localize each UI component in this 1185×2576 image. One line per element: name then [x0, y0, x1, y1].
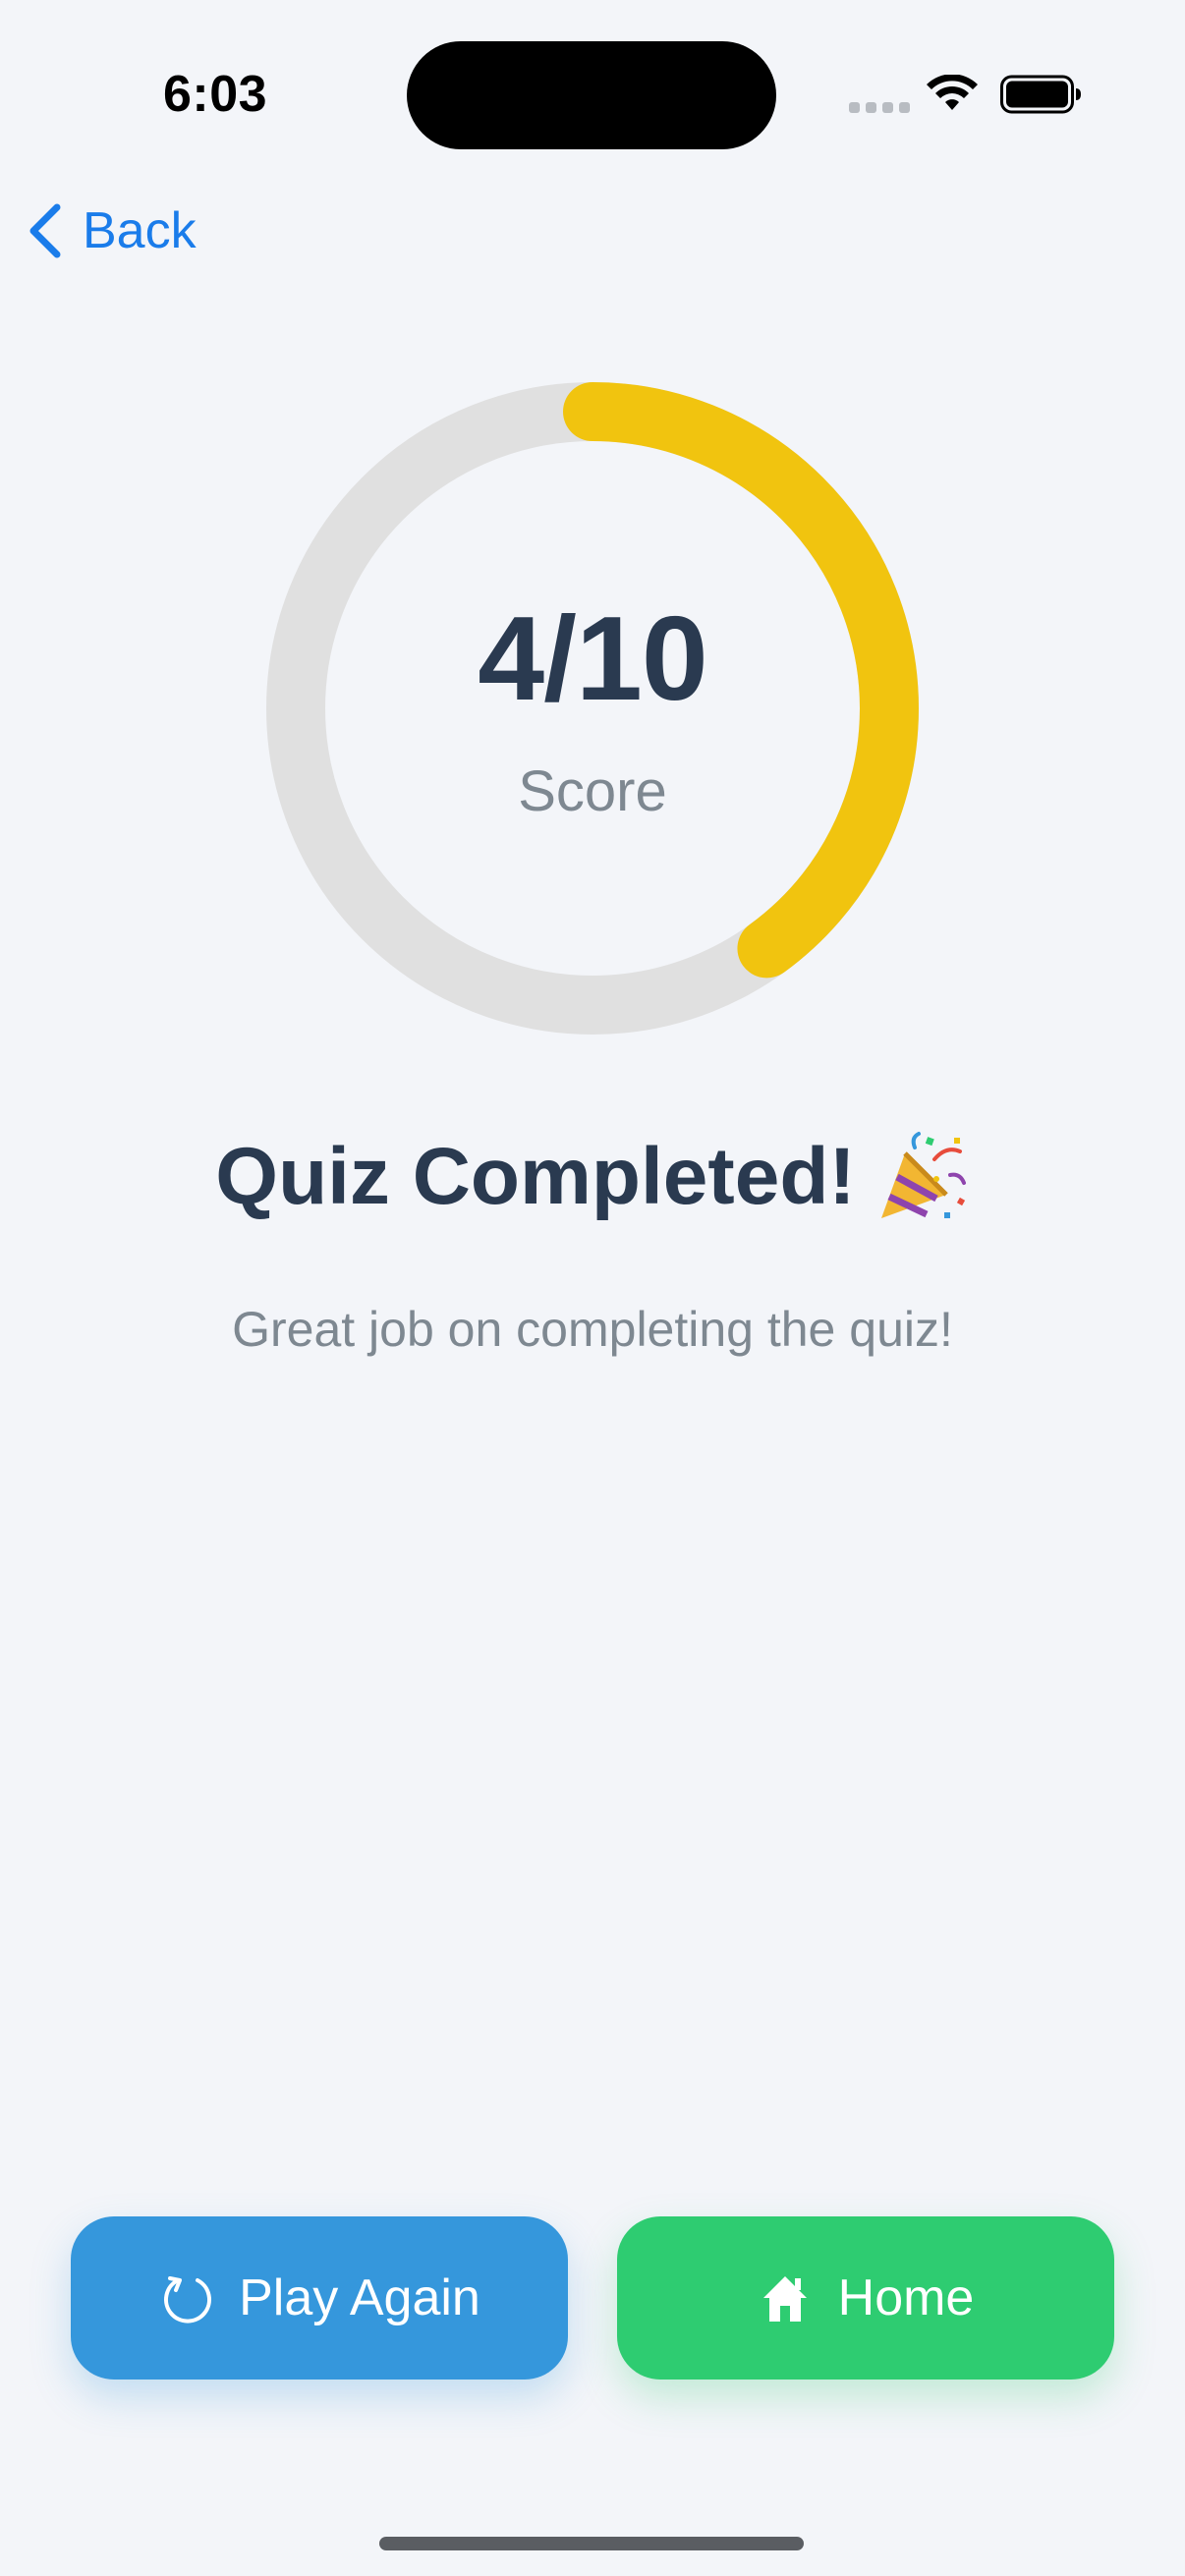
- home-indicator[interactable]: [379, 2537, 804, 2550]
- play-again-label: Play Again: [239, 2269, 480, 2326]
- party-popper-icon: [880, 1132, 966, 1218]
- status-time: 6:03: [163, 66, 268, 123]
- back-button[interactable]: Back: [24, 195, 197, 267]
- battery-icon: [1000, 75, 1081, 114]
- title-row: Quiz Completed!: [0, 1130, 1185, 1224]
- home-button[interactable]: Home: [617, 2216, 1114, 2380]
- page-title: Quiz Completed!: [215, 1132, 856, 1221]
- home-label: Home: [837, 2269, 975, 2326]
- house-icon: [762, 2276, 807, 2322]
- chevron-left-icon: [29, 203, 61, 258]
- cellular-signal-icon: [849, 102, 910, 113]
- back-label: Back: [83, 202, 197, 259]
- score-label: Score: [518, 759, 667, 823]
- dynamic-island: [407, 41, 776, 149]
- subtitle: Great job on completing the quiz!: [232, 1302, 953, 1357]
- wifi-icon: [927, 75, 978, 110]
- refresh-icon: [164, 2276, 212, 2324]
- score-value: 4/10: [478, 591, 707, 725]
- play-again-button[interactable]: Play Again: [71, 2216, 568, 2380]
